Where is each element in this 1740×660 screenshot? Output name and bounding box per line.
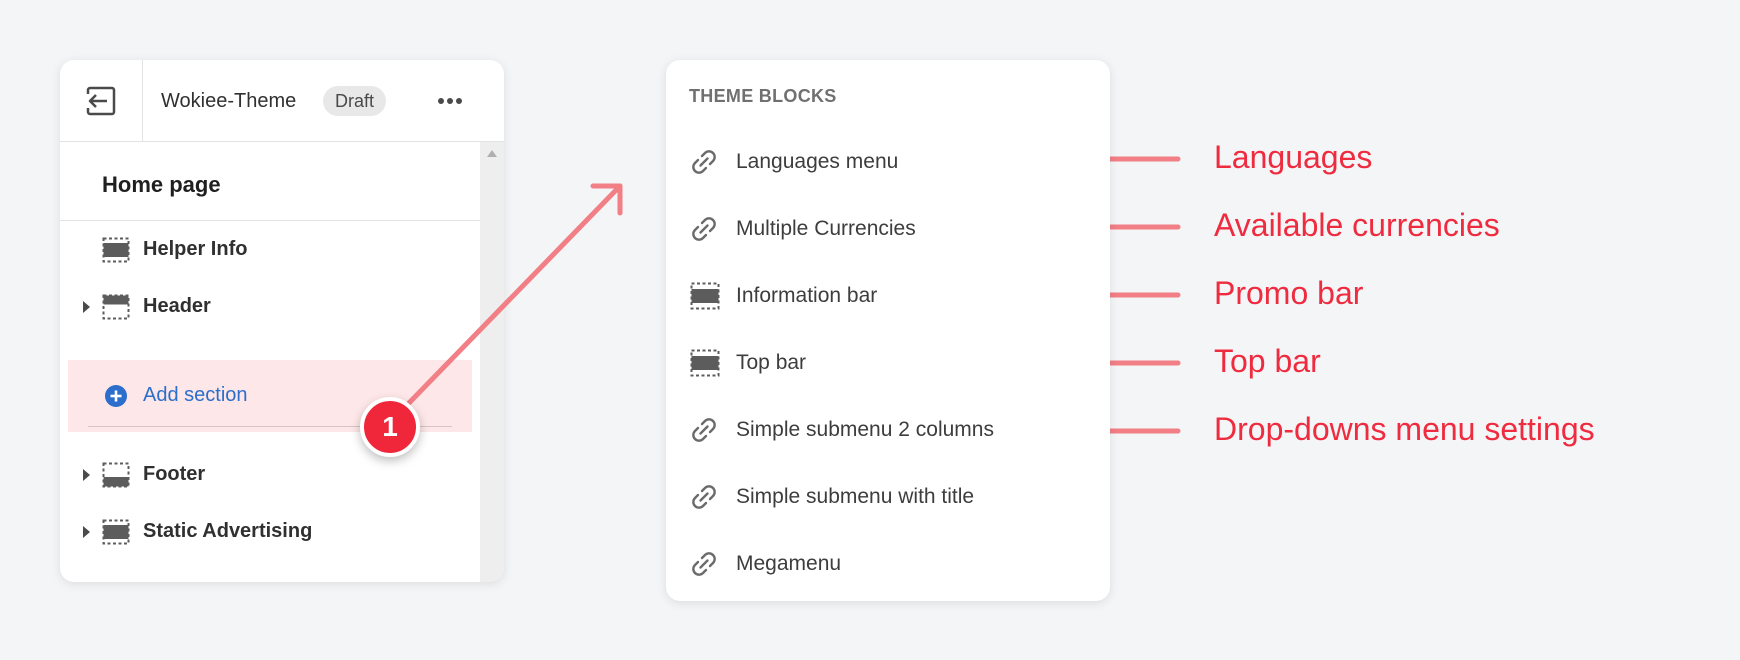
- plus-circle-icon: [105, 385, 127, 407]
- expand-caret-icon[interactable]: [83, 469, 90, 481]
- status-badge: Draft: [323, 86, 387, 116]
- section-item-helper-info[interactable]: Helper Info: [60, 230, 480, 270]
- section-icon: [690, 282, 720, 310]
- link-icon: [692, 485, 716, 509]
- section-icon: [102, 462, 130, 488]
- link-icon: [692, 552, 716, 576]
- editor-topbar: Wokiee-Theme Draft: [60, 60, 504, 142]
- expand-caret-icon[interactable]: [83, 301, 90, 313]
- block-label: Languages menu: [736, 150, 899, 173]
- section-label: Footer: [143, 463, 206, 485]
- scroll-up-arrow-icon[interactable]: [487, 150, 497, 157]
- exit-button[interactable]: [60, 60, 143, 142]
- block-item-information-bar[interactable]: Information bar: [666, 270, 1110, 320]
- page-title: Home page: [102, 172, 221, 197]
- section-label: Helper Info: [143, 238, 248, 260]
- section-label: Header: [143, 295, 211, 317]
- annotation-label-promo-bar: Promo bar: [1214, 275, 1364, 311]
- block-item-simple-submenu-with-title[interactable]: Simple submenu with title: [666, 471, 1110, 521]
- link-icon: [692, 150, 716, 174]
- add-section-label: Add section: [143, 384, 248, 406]
- section-icon: [102, 519, 130, 545]
- section-item-static-advertising[interactable]: Static Advertising: [60, 512, 480, 552]
- scrollbar[interactable]: [480, 142, 504, 582]
- exit-icon: [85, 86, 116, 116]
- block-item-top-bar[interactable]: Top bar: [666, 337, 1110, 387]
- block-label: Simple submenu with title: [736, 485, 975, 508]
- block-label: Top bar: [736, 351, 807, 374]
- section-item-footer[interactable]: Footer: [60, 455, 480, 495]
- theme-blocks-heading: THEME BLOCKS: [689, 86, 837, 106]
- block-item-simple-submenu-2-columns[interactable]: Simple submenu 2 columns: [666, 404, 1110, 454]
- annotation-label-available-currencies: Available currencies: [1214, 207, 1500, 243]
- section-icon: [102, 294, 130, 320]
- block-label: Multiple Currencies: [736, 217, 916, 240]
- block-label: Simple submenu 2 columns: [736, 418, 994, 441]
- block-item-multiple-currencies[interactable]: Multiple Currencies: [666, 203, 1110, 253]
- theme-editor-sidebar: Wokiee-Theme Draft Home page Helper Info…: [60, 60, 504, 582]
- block-label: Megamenu: [736, 552, 842, 575]
- annotation-label-top-bar: Top bar: [1214, 343, 1321, 379]
- section-item-header[interactable]: Header: [60, 287, 480, 327]
- more-horizontal-icon: [438, 98, 462, 104]
- pointer-arrow-head: [590, 183, 623, 216]
- divider: [60, 220, 480, 221]
- theme-name: Wokiee-Theme: [161, 90, 297, 112]
- expand-caret-icon[interactable]: [83, 526, 90, 538]
- block-item-megamenu[interactable]: Megamenu: [666, 538, 1110, 588]
- annotation-label-languages: Languages: [1214, 139, 1373, 175]
- section-icon: [102, 237, 130, 263]
- section-label: Static Advertising: [143, 520, 313, 542]
- more-actions-button[interactable]: [420, 86, 480, 116]
- step-number-badge: 1: [360, 397, 420, 457]
- link-icon: [692, 217, 716, 241]
- block-item-languages-menu[interactable]: Languages menu: [666, 136, 1110, 186]
- annotation-label-drop-downs-menu-settings: Drop-downs menu settings: [1214, 411, 1595, 447]
- link-icon: [692, 418, 716, 442]
- theme-blocks-card: THEME BLOCKS Languages menu Multiple Cur…: [666, 60, 1110, 601]
- block-label: Information bar: [736, 284, 878, 307]
- section-icon: [690, 349, 720, 377]
